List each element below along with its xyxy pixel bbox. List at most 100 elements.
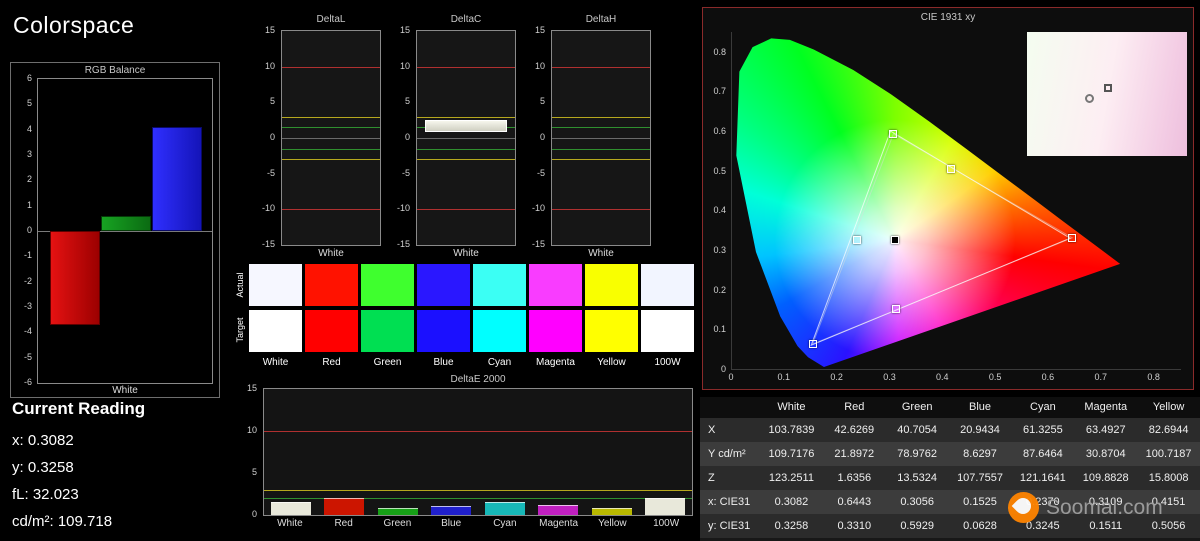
table-cell: 15.8008: [1137, 466, 1200, 490]
delta-y-tick-label: -15: [532, 239, 545, 249]
rgb-y-tick-label: -5: [24, 352, 32, 362]
deltae-category-label: Yellow: [586, 518, 640, 529]
table-column-header: Cyan: [1011, 397, 1074, 418]
delta-c-title: DeltaC: [416, 14, 516, 25]
rgb-balance-chart: RGB Balance 6543210-1-2-3-4-5-6 White: [10, 62, 220, 398]
target-swatch-yellow: [585, 310, 638, 352]
measured-gamut-triangle: [813, 134, 1073, 344]
delta-y-tick-label: 10: [400, 61, 410, 71]
cie-point-blue: [809, 340, 817, 348]
delta-y-tick-label: -5: [537, 168, 545, 178]
swatch-label: Cyan: [473, 357, 526, 368]
delta-y-tick-label: -15: [397, 239, 410, 249]
inset-square-marker: [1104, 84, 1112, 92]
cie-y-tick-label: 0.2: [713, 285, 726, 295]
target-swatch-blue: [417, 310, 470, 352]
rgb-plot: [37, 78, 213, 384]
rgb-y-tick-label: 4: [27, 124, 32, 134]
cie-y-axis: 0.80.70.60.50.40.30.20.10: [705, 8, 729, 389]
actual-swatch-cyan: [473, 264, 526, 306]
swatch-column: 100W: [641, 264, 697, 368]
table-corner-cell: [700, 397, 760, 418]
table-row: Y cd/m²109.717621.897278.97628.629787.64…: [700, 442, 1200, 466]
reference-line: [552, 209, 650, 210]
cie-y-tick-label: 0.6: [713, 126, 726, 136]
table-cell: 107.7557: [949, 466, 1012, 490]
delta-h-y-axis: 151050-5-10-15: [525, 30, 548, 246]
delta-y-tick-label: 15: [265, 25, 275, 35]
delta-c-y-axis: 151050-5-10-15: [390, 30, 413, 246]
table-header-row: WhiteRedGreenBlueCyanMagentaYellow: [700, 397, 1200, 418]
colorspace-app-window: Colorspace RGB Balance 6543210-1-2-3-4-5…: [0, 0, 1200, 541]
delta-y-tick-label: -10: [262, 203, 275, 213]
cie-chart-title: CIE 1931 xy: [703, 12, 1193, 23]
target-swatch-100w: [641, 310, 694, 352]
deltae-bar-red: [324, 498, 364, 515]
table-cell: 63.4927: [1074, 418, 1137, 442]
table-row-label: Y cd/m²: [700, 442, 760, 466]
reference-line: [552, 149, 650, 150]
cie-point-magenta: [892, 305, 900, 313]
current-reading: Current Reading x: 0.3082y: 0.3258fL: 32…: [12, 399, 145, 535]
reference-line: [552, 67, 650, 68]
table-cell: 61.3255: [1011, 418, 1074, 442]
cie-x-tick-label: 0.5: [984, 372, 1006, 382]
delta-y-tick-label: 10: [265, 61, 275, 71]
deltae-bar-blue: [431, 506, 471, 515]
cie-point-green: [889, 130, 897, 138]
reference-line: [282, 209, 380, 210]
swatch-column: White: [249, 264, 305, 368]
reference-line: [282, 159, 380, 160]
target-swatch-red: [305, 310, 358, 352]
reference-line: [417, 67, 515, 68]
reference-line: [417, 159, 515, 160]
swatch-column: Red: [305, 264, 361, 368]
deltae-bar-yellow: [592, 508, 632, 515]
reference-line: [552, 138, 650, 139]
delta-h-x-label: White: [551, 248, 651, 259]
cie-chart: CIE 1931 xy 0.80.70.60.50.40.30.20.10 00…: [702, 7, 1194, 390]
swatch-column: Yellow: [585, 264, 641, 368]
cie-x-tick-label: 0.2: [826, 372, 848, 382]
delta-l-title: DeltaL: [281, 14, 381, 25]
reference-line: [282, 149, 380, 150]
watermark-text: Soomal.com: [1046, 496, 1163, 520]
delta-y-tick-label: 0: [405, 132, 410, 142]
cie-x-tick-label: 0.1: [773, 372, 795, 382]
delta-y-tick-label: 15: [535, 25, 545, 35]
white-point-inset: [1027, 32, 1187, 156]
rgb-bar-green: [101, 216, 151, 231]
table-cell: 20.9434: [949, 418, 1012, 442]
rgb-y-tick-label: 6: [27, 73, 32, 83]
actual-swatch-green: [361, 264, 414, 306]
table-cell: 100.7187: [1137, 442, 1200, 466]
table-row: Z123.25111.635613.5324107.7557121.164110…: [700, 466, 1200, 490]
cie-x-axis: 00.10.20.30.40.50.60.70.8: [703, 372, 1193, 384]
delta-h-title: DeltaH: [551, 14, 651, 25]
table-column-header: Yellow: [1137, 397, 1200, 418]
table-cell: 87.6464: [1011, 442, 1074, 466]
table-cell: 123.2511: [760, 466, 823, 490]
reference-line: [552, 159, 650, 160]
swatch-column: Green: [361, 264, 417, 368]
delta-l-y-axis: 151050-5-10-15: [255, 30, 278, 246]
delta-c-chart: DeltaC 151050-5-10-15 White: [390, 10, 525, 260]
swatch-label: Green: [361, 357, 414, 368]
reading-line: y: 0.3258: [12, 454, 145, 481]
cie-y-tick-label: 0.8: [713, 47, 726, 57]
deltae-x-labels: WhiteRedGreenBlueCyanMagentaYellow100W: [263, 518, 693, 529]
deltae-2000-chart: DeltaE 2000 151050 WhiteRedGreenBlueCyan…: [239, 374, 699, 538]
reference-line: [264, 490, 692, 491]
swatch-column: Magenta: [529, 264, 585, 368]
swatch-grid: WhiteRedGreenBlueCyanMagentaYellow100W: [249, 264, 697, 368]
table-column-header: Blue: [949, 397, 1012, 418]
delta-y-tick-label: -15: [262, 239, 275, 249]
delta-y-tick-label: -5: [267, 168, 275, 178]
reading-line: fL: 32.023: [12, 481, 145, 508]
table-cell: 30.8704: [1074, 442, 1137, 466]
delta-y-tick-label: 5: [270, 96, 275, 106]
deltae-y-tick-label: 15: [247, 383, 257, 393]
table-cell: 103.7839: [760, 418, 823, 442]
rgb-bar-blue: [152, 127, 202, 231]
cie-y-tick-label: 0.1: [713, 324, 726, 334]
